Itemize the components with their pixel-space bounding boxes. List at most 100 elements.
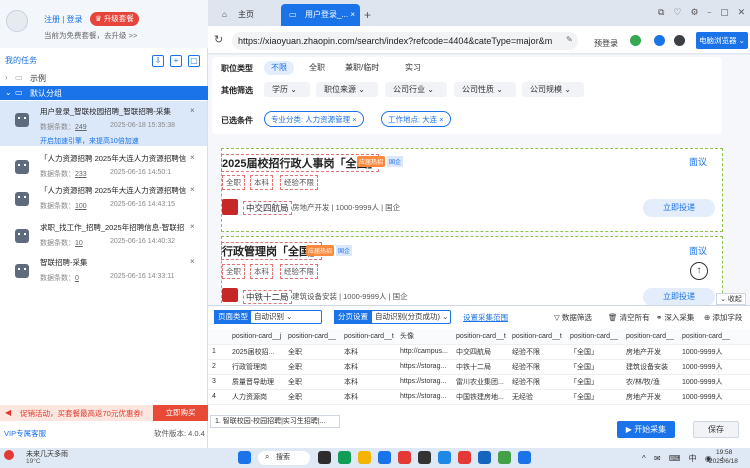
table-row[interactable]: 1 2025届校招... 全职 本科 http://campus... 中交四航局 经验不限… [208, 344, 750, 360]
upgrade-button[interactable]: ♛ 升级套餐 [90, 12, 139, 26]
filter-chip[interactable]: 不限 [264, 61, 294, 75]
column-header[interactable]: position-card__ [622, 329, 678, 345]
free-plan-text[interactable]: 当前为免费套餐，去升级 >> [44, 30, 137, 41]
filter-chip[interactable]: 全职 [302, 61, 332, 75]
start-collect-button[interactable]: ▶ 开始采集 [617, 421, 675, 438]
new-tab-icon[interactable]: + [364, 8, 371, 22]
buy-now-button[interactable]: 立即购买 [153, 405, 208, 421]
page-type-select[interactable]: 自动识别 ⌄ [250, 310, 322, 324]
count-value[interactable]: 100 [75, 203, 87, 210]
app-icon[interactable] [378, 451, 391, 464]
url-input[interactable]: https://xiaoyuan.zhaopin.com/search/inde… [232, 32, 578, 50]
column-header[interactable]: position-card__ [284, 329, 340, 345]
tab-active[interactable]: ▭ 用户登录_... × [281, 4, 360, 26]
count-value[interactable]: 10 [75, 240, 83, 247]
add-task-icon[interactable]: + [170, 55, 182, 67]
filter-dropdown[interactable]: 职位来源 ⌄ [316, 82, 378, 97]
count-label: 数据条数： [40, 203, 75, 210]
table-cell: 1000-9999人 [678, 359, 750, 375]
app-icon[interactable] [518, 451, 531, 464]
browser-icon[interactable] [338, 451, 351, 464]
task-tab[interactable]: 1. 智联校园-校园招聘|实习生招聘|... [210, 415, 340, 428]
column-header[interactable]: position-card__j [228, 329, 284, 345]
paging-select[interactable]: 自动识别(分页成功) ⌄ [371, 310, 451, 324]
folder-icon: ▭ [15, 73, 23, 82]
vip-support-link[interactable]: VIP专属客服 [4, 428, 46, 439]
weather-icon[interactable] [4, 450, 14, 460]
selected-condition[interactable]: 专业分类: 人力资源管理 × [264, 111, 364, 127]
close-icon[interactable]: × [350, 4, 355, 26]
count-value[interactable]: 249 [75, 124, 87, 131]
app-icon[interactable] [418, 451, 431, 464]
extension-icon[interactable] [654, 35, 665, 46]
app-icon[interactable] [438, 451, 451, 464]
task-item[interactable]: 用户登录_智联校园招聘_智联招聘-采集 数据条数：249 2025-06-18 … [0, 101, 207, 146]
group-default[interactable]: ⌄ ▭ 默认分组 [0, 86, 208, 100]
avatar[interactable] [6, 10, 28, 32]
count-value[interactable]: 233 [75, 171, 87, 178]
filter-chip[interactable]: 兼职/临时 [338, 61, 386, 75]
close-icon[interactable]: × [190, 257, 195, 266]
extension-icon[interactable] [674, 35, 685, 46]
column-header[interactable]: 头像 [396, 329, 452, 345]
filter-dropdown[interactable]: 公司性质 ⌄ [454, 82, 516, 97]
collect-range-link[interactable]: 设置采集范围 [463, 312, 508, 323]
job-tag: 本科 [250, 264, 273, 279]
app-icon[interactable] [478, 451, 491, 464]
job-title[interactable]: 2025届校招行政人事岗「全国」 [221, 154, 380, 172]
refresh-icon[interactable]: ↻ [214, 33, 223, 46]
accelerate-link[interactable]: 开启加速引擎，来提高10倍加速 [40, 136, 139, 146]
filter-chip[interactable]: 实习 [398, 61, 428, 75]
task-count: 数据条数：10 [40, 238, 83, 248]
login-link[interactable]: 注册 | 登录 [44, 14, 83, 25]
company-name[interactable]: 中铁十二局 [243, 290, 292, 304]
column-header[interactable]: position-card__t [340, 329, 396, 345]
chevron-right-icon: › [5, 73, 8, 82]
window-controls[interactable]: ⧉♡⚙⎯▢✕ [658, 7, 750, 18]
app-icon[interactable] [398, 451, 411, 464]
clear-all-button[interactable]: 🗑 清空所有 [608, 312, 650, 323]
filter-dropdown[interactable]: 公司规模 ⌄ [522, 82, 584, 97]
clock-date[interactable]: 2025/6/18 [709, 458, 738, 465]
clock-time[interactable]: 19:58 [716, 449, 732, 456]
app-icon[interactable] [498, 451, 511, 464]
scroll-top-icon[interactable]: ↑ [690, 262, 708, 280]
table-row[interactable]: 3 质量晋导助理 全职 本科 https://storag... 雷川农业集团... 经验不… [208, 374, 750, 390]
column-header[interactable]: position-card__ [566, 329, 622, 345]
column-header[interactable]: position-card__t [508, 329, 566, 345]
close-icon[interactable]: × [190, 185, 195, 194]
selected-condition[interactable]: 工作地点: 大连 × [381, 111, 451, 127]
group-example[interactable]: › ▭ 示例 [0, 71, 208, 85]
close-icon[interactable]: × [190, 222, 195, 231]
tab-home[interactable]: ⌂ 主页 [214, 4, 274, 26]
edit-icon[interactable]: ✎ [566, 35, 573, 44]
count-value[interactable]: 0 [75, 275, 79, 282]
windows-start-icon[interactable] [238, 451, 251, 464]
apply-button[interactable]: 立即投递 [643, 288, 715, 306]
folder-icon[interactable] [358, 451, 371, 464]
new-folder-icon[interactable]: ▢ [188, 55, 200, 67]
extension-icon[interactable] [630, 35, 641, 46]
pre-login-button[interactable]: 预登录 [594, 38, 618, 49]
import-icon[interactable]: ⇩ [152, 55, 164, 67]
device-select[interactable]: 电脑浏览器 ⌄ [696, 32, 748, 49]
task-view-icon[interactable] [318, 451, 331, 464]
deep-collect-button[interactable]: ⚭ 深入采集 [656, 312, 694, 323]
apply-button[interactable]: 立即投递 [643, 199, 715, 217]
app-icon[interactable] [458, 451, 471, 464]
column-header[interactable]: position-card__ [678, 329, 750, 345]
table-row[interactable]: 2 行政管理岗 全职 本科 https://storag... 中铁十二局 经验不限 「全国」… [208, 359, 750, 375]
task-item[interactable]: 智联招聘-采集 数据条数：0 2025-06-16 14:33:11 × [0, 252, 207, 297]
company-name[interactable]: 中交四航局 [243, 201, 292, 215]
close-icon[interactable]: × [190, 106, 195, 115]
close-icon[interactable]: × [190, 153, 195, 162]
column-header[interactable]: position-card__t [452, 329, 508, 345]
collapse-label: 收起 [727, 296, 742, 303]
collapse-button[interactable]: ⌄ 收起 [716, 293, 746, 305]
filter-dropdown[interactable]: 学历 ⌄ [264, 82, 310, 97]
save-button[interactable]: 保存 [693, 421, 739, 438]
filter-data-button[interactable]: ▽ 数据筛选 [554, 312, 592, 323]
table-row[interactable]: 4 人力资源岗 全职 本科 https://storag... 中国铁建房地... 无经验「… [208, 389, 750, 405]
add-field-button[interactable]: ⊕ 添加字段 [704, 312, 742, 323]
filter-dropdown[interactable]: 公司行业 ⌄ [385, 82, 447, 97]
